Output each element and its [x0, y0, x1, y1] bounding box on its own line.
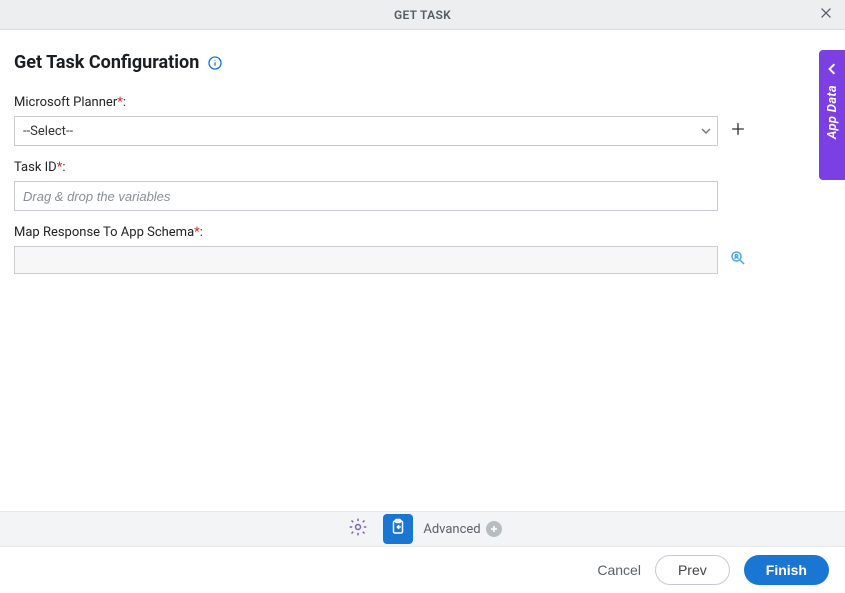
label-colon: : [123, 95, 126, 110]
chevron-left-icon [826, 60, 838, 79]
planner-select[interactable]: --Select-- [14, 116, 718, 146]
field-label-map-response: Map Response To App Schema*: [14, 225, 829, 240]
label-colon: : [200, 225, 203, 240]
cancel-button[interactable]: Cancel [597, 562, 641, 578]
plus-icon [730, 121, 746, 141]
map-response-row [14, 246, 829, 274]
settings-button[interactable] [343, 514, 373, 544]
field-task-id: Task ID*: [14, 160, 829, 211]
field-label-task-id: Task ID*: [14, 160, 829, 175]
gear-icon [348, 517, 368, 541]
label-colon: : [62, 160, 65, 175]
close-icon [819, 5, 833, 24]
field-microsoft-planner: Microsoft Planner*: --Select-- [14, 95, 829, 146]
map-response-input[interactable] [14, 246, 718, 274]
dialog-header: GET TASK [0, 0, 845, 30]
advanced-label: Advanced [423, 522, 480, 537]
bottom-toolbar: Advanced [0, 511, 845, 547]
chevron-down-icon [701, 126, 711, 136]
app-data-side-tab[interactable]: App Data [819, 50, 845, 180]
dialog-footer: Cancel Prev Finish [0, 547, 845, 593]
schema-lookup-button[interactable] [728, 250, 748, 270]
page-title-row: Get Task Configuration [14, 52, 829, 73]
search-user-icon [729, 249, 747, 271]
field-map-response: Map Response To App Schema*: [14, 225, 829, 274]
label-text: Map Response To App Schema [14, 225, 194, 240]
dialog-title: GET TASK [394, 8, 451, 22]
label-text: Task ID [14, 160, 57, 175]
side-tab-label: App Data [825, 85, 840, 139]
finish-button[interactable]: Finish [744, 555, 829, 585]
dialog-body: Get Task Configuration Microsoft Planner… [0, 30, 845, 274]
close-button[interactable] [817, 6, 835, 24]
paste-mapping-button[interactable] [383, 514, 413, 544]
planner-row: --Select-- [14, 116, 829, 146]
prev-button[interactable]: Prev [655, 555, 730, 585]
info-icon[interactable] [207, 55, 223, 71]
clipboard-arrow-icon [389, 518, 407, 540]
page-title: Get Task Configuration [14, 52, 199, 73]
advanced-toggle[interactable]: Advanced [423, 521, 501, 537]
label-text: Microsoft Planner [14, 95, 117, 110]
planner-selected-value: --Select-- [23, 124, 73, 139]
add-planner-button[interactable] [728, 121, 748, 141]
plus-circle-icon [486, 521, 502, 537]
task-id-input[interactable] [14, 181, 718, 211]
field-label-planner: Microsoft Planner*: [14, 95, 829, 110]
